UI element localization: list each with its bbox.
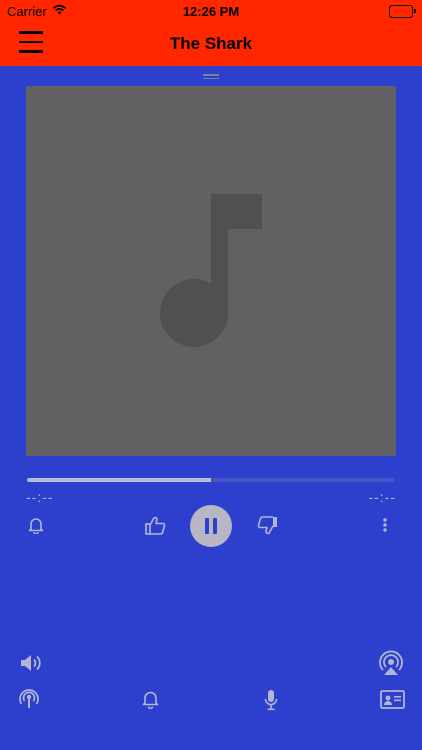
podcast-icon[interactable] xyxy=(18,688,40,710)
notification-bell-icon[interactable] xyxy=(142,690,159,709)
progress-fill xyxy=(27,478,211,482)
contact-card-icon[interactable] xyxy=(380,690,405,709)
album-artwork xyxy=(26,86,396,456)
thumbs-up-icon[interactable] xyxy=(145,516,166,535)
elapsed-time: --:-- xyxy=(26,489,54,505)
more-vertical-icon[interactable] xyxy=(382,517,388,533)
bell-icon[interactable] xyxy=(28,517,44,534)
volume-icon[interactable] xyxy=(19,652,44,674)
drag-handle[interactable] xyxy=(203,74,219,79)
microphone-icon[interactable] xyxy=(264,689,278,711)
music-note-icon xyxy=(160,194,262,347)
playback-progress-bar[interactable] xyxy=(27,478,395,482)
status-bar: Carrier 12:26 PM xyxy=(0,0,422,22)
pause-button[interactable] xyxy=(190,505,232,547)
airplay-icon[interactable] xyxy=(378,650,404,676)
page-title: The Shark xyxy=(169,34,253,53)
top-bar: Carrier 12:26 PM The Shark xyxy=(0,0,422,66)
thumbs-down-icon[interactable] xyxy=(257,516,278,535)
battery-icon xyxy=(389,5,416,18)
remaining-time: --:-- xyxy=(368,489,396,505)
clock: 12:26 PM xyxy=(182,4,240,19)
